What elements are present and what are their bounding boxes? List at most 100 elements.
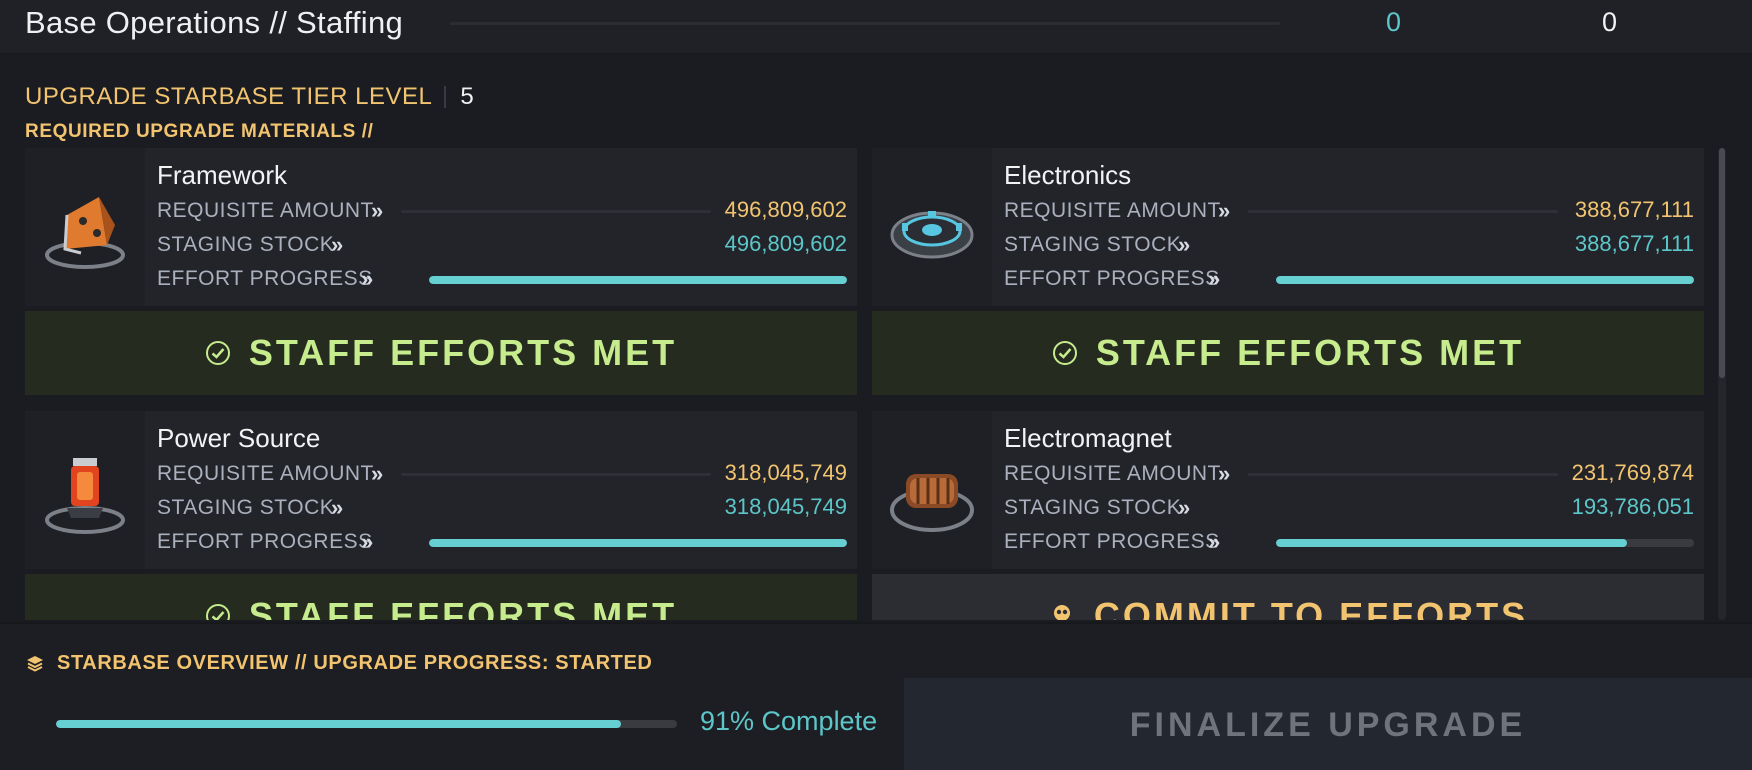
requisite-label: REQUISITE AMOUNT [157,199,374,222]
chevron-right-icon: » [331,232,343,257]
skull-crossbones-icon [1048,602,1076,620]
material-info-panel: Power Source REQUISITE AMOUNT » 318,045,… [25,411,857,569]
check-circle-icon [205,340,231,366]
tier-number: 5 [460,83,475,110]
effort-label: EFFORT PROGRESS [157,530,373,553]
required-materials-heading: REQUIRED UPGRADE MATERIALS // [25,121,374,142]
header-bar: Base Operations // Staffing 0 0 [0,0,1752,54]
row-divider [1248,473,1558,476]
staging-row: STAGING STOCK » 388,677,111 [1004,230,1694,260]
effort-row: EFFORT PROGRESS » [157,527,847,557]
requisite-amount: 388,677,111 [1574,197,1694,222]
chevron-right-icon: » [371,198,383,223]
effort-label: EFFORT PROGRESS [1004,530,1220,553]
chevron-right-icon: » [1218,461,1230,486]
staff-efforts-met-banner: STAFF EFFORTS MET [25,574,857,620]
chevron-right-icon: » [1218,198,1230,223]
material-thumbnail [25,148,145,306]
material-thumbnail [872,411,992,569]
material-name: Electronics [1004,160,1132,190]
staging-label: STAGING STOCK [157,496,335,519]
effort-progress-bar [429,539,847,547]
layers-icon [25,654,45,674]
staging-stock: 193,786,051 [1571,494,1694,519]
material-info-panel: Electronics REQUISITE AMOUNT » 388,677,1… [872,148,1704,306]
tier-level-heading: UPGRADE STARBASE TIER LEVEL 5 [25,83,474,111]
action-label: STAFF EFFORTS MET [248,332,678,373]
row-divider [1248,210,1558,213]
chevron-right-icon: » [371,461,383,486]
electronics-icon [884,175,980,280]
staging-label: STAGING STOCK [157,233,335,256]
chevron-right-icon: » [361,529,373,554]
material-info-panel: Electromagnet REQUISITE AMOUNT » 231,769… [872,411,1704,569]
material-thumbnail [25,411,145,569]
power-source-icon [37,438,133,543]
staging-stock: 496,809,602 [724,231,847,256]
effort-progress-fill [429,539,847,547]
requisite-amount: 231,769,874 [1571,460,1694,485]
finalize-upgrade-button[interactable]: FINALIZE UPGRADE [904,678,1752,770]
staging-label: STAGING STOCK [1004,233,1182,256]
chevron-right-icon: » [1208,266,1220,291]
chevron-right-icon: » [1178,495,1190,520]
effort-label: EFFORT PROGRESS [1004,267,1220,290]
header-value-white: 0 [1602,7,1618,37]
finalize-upgrade-label: FINALIZE UPGRADE [1129,705,1527,744]
overview-progress-fill [56,720,622,728]
overview-progress-bar [56,720,677,728]
action-label: COMMIT TO EFFORTS [1093,595,1529,620]
check-circle-icon [1052,340,1078,366]
chevron-right-icon: » [361,266,373,291]
staging-row: STAGING STOCK » 318,045,749 [157,493,847,523]
overview-heading: STARBASE OVERVIEW // UPGRADE PROGRESS: S… [25,652,652,675]
tier-separator [444,86,447,108]
check-circle-icon [205,603,231,620]
electromagnet-icon [884,438,980,543]
requisite-row: REQUISITE AMOUNT » 496,809,602 [157,196,847,226]
action-label: STAFF EFFORTS MET [1095,332,1525,373]
effort-progress-bar [1276,539,1694,547]
framework-icon [37,175,133,280]
effort-progress-fill [1276,276,1694,284]
chevron-right-icon: » [1178,232,1190,257]
effort-row: EFFORT PROGRESS » [157,264,847,294]
materials-scrollbar[interactable] [1718,148,1726,620]
effort-progress-fill [1276,539,1628,547]
requisite-label: REQUISITE AMOUNT [157,462,374,485]
page-title: Base Operations // Staffing [25,5,404,40]
staging-stock: 388,677,111 [1574,231,1694,256]
scrollbar-thumb[interactable] [1719,148,1725,378]
effort-progress-bar [1276,276,1694,284]
overview-footer: STARBASE OVERVIEW // UPGRADE PROGRESS: S… [0,622,1752,770]
material-name: Framework [157,160,288,190]
header-value-teal: 0 [1386,7,1402,37]
staging-stock: 318,045,749 [724,494,847,519]
effort-row: EFFORT PROGRESS » [1004,527,1694,557]
overview-progress-label: 91% Complete [700,706,878,736]
chevron-right-icon: » [1208,529,1220,554]
chevron-right-icon: » [331,495,343,520]
row-divider [401,473,711,476]
material-name: Electromagnet [1004,423,1172,453]
staff-efforts-met-banner: STAFF EFFORTS MET [872,311,1704,395]
effort-label: EFFORT PROGRESS [157,267,373,290]
requisite-label: REQUISITE AMOUNT [1004,462,1221,485]
effort-row: EFFORT PROGRESS » [1004,264,1694,294]
materials-grid[interactable]: Framework REQUISITE AMOUNT » 496,809,602… [0,148,1752,620]
effort-progress-bar [429,276,847,284]
staging-row: STAGING STOCK » 193,786,051 [1004,493,1694,523]
material-thumbnail [872,148,992,306]
row-divider [401,210,711,213]
effort-progress-fill [429,276,847,284]
material-info-panel: Framework REQUISITE AMOUNT » 496,809,602… [25,148,857,306]
commit-to-efforts-button[interactable]: COMMIT TO EFFORTS [872,574,1704,620]
requisite-label: REQUISITE AMOUNT [1004,199,1221,222]
requisite-amount: 496,809,602 [724,197,847,222]
requisite-row: REQUISITE AMOUNT » 318,045,749 [157,459,847,489]
staff-efforts-met-banner: STAFF EFFORTS MET [25,311,857,395]
staging-label: STAGING STOCK [1004,496,1182,519]
tier-label: UPGRADE STARBASE TIER LEVEL [25,83,433,110]
requisite-amount: 318,045,749 [724,460,847,485]
requisite-row: REQUISITE AMOUNT » 231,769,874 [1004,459,1694,489]
